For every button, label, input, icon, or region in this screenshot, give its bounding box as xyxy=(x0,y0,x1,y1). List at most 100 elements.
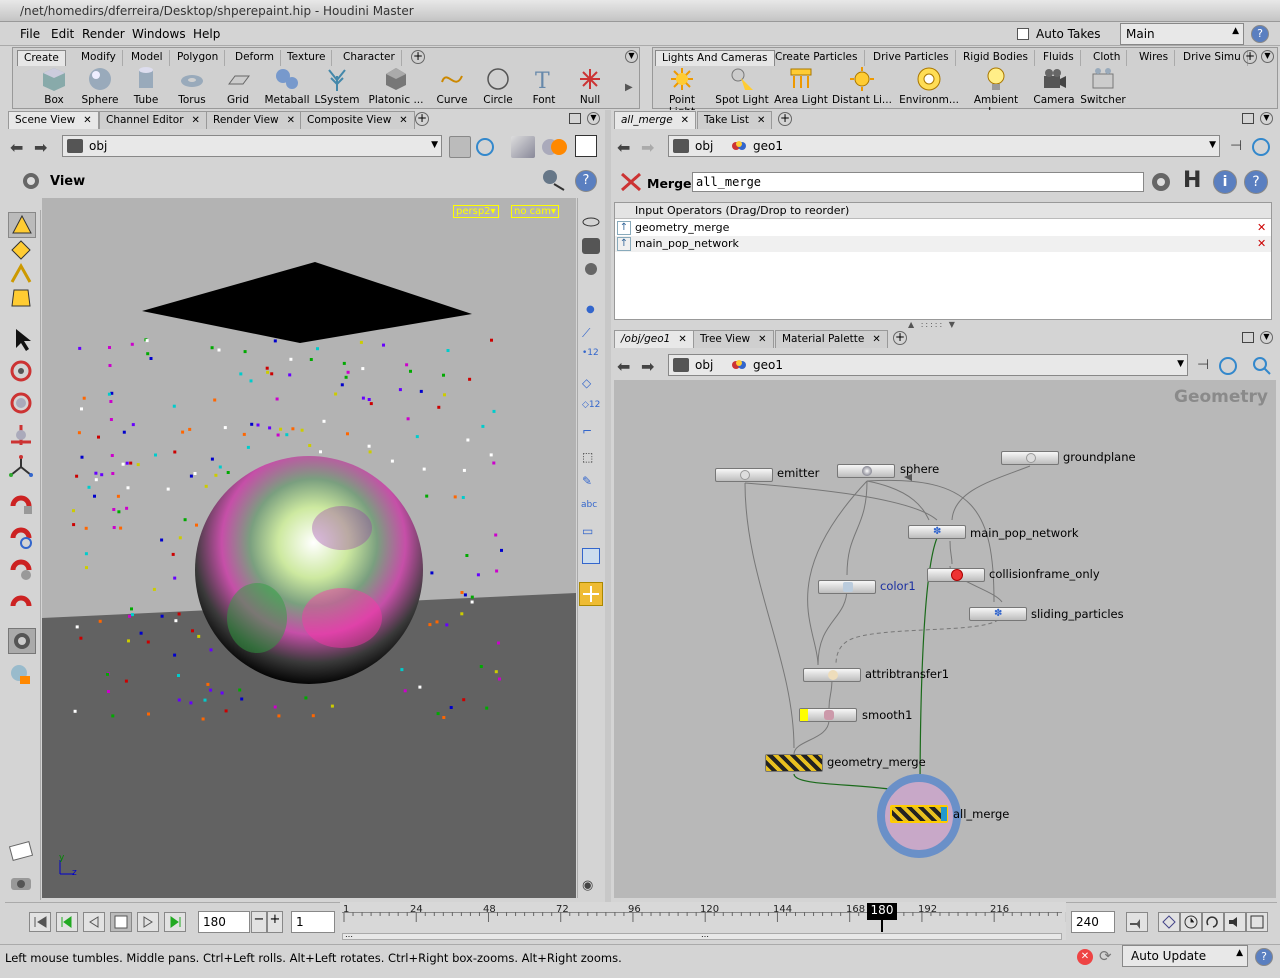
path-segment-geo1[interactable]: geo1 xyxy=(753,139,783,153)
add-shelf-icon[interactable]: + xyxy=(411,50,425,64)
notes-icon[interactable] xyxy=(8,838,36,864)
network-editor-canvas[interactable]: Geometry emitter sphere groundplane ✽ ma… xyxy=(614,380,1276,898)
menu-edit[interactable]: Edit xyxy=(51,27,74,41)
shelf-tab-fluids[interactable]: Fluids xyxy=(1037,50,1081,66)
list-item[interactable]: ↑ geometry_merge ✕ xyxy=(615,220,1271,236)
shelf-tab-create[interactable]: Create xyxy=(17,50,66,66)
shelf-tab-modify[interactable]: Modify xyxy=(75,50,123,66)
uv-display-icon[interactable]: ⌐ xyxy=(582,424,592,438)
viewport-3d[interactable]: persp2▾ no cam▾ y z xyxy=(42,198,576,898)
pane-resize-handle[interactable]: ▲ ::::: ▼ xyxy=(908,320,957,329)
menu-file[interactable]: File xyxy=(20,27,40,41)
eye-icon[interactable] xyxy=(582,214,600,230)
node-label[interactable]: color1 xyxy=(880,579,916,593)
global-animation-options-icon[interactable] xyxy=(1246,912,1268,932)
shelf-tab-rigid-bodies[interactable]: Rigid Bodies xyxy=(957,50,1035,66)
tab-take-list[interactable]: Take List ✕ xyxy=(697,111,773,129)
rotate-tool-icon[interactable] xyxy=(8,390,36,416)
link-icon[interactable] xyxy=(476,138,494,156)
node-all-merge[interactable] xyxy=(890,805,948,823)
tool-distant-light[interactable]: Distant Li... xyxy=(832,66,892,106)
tab-channel-editor[interactable]: Channel Editor ✕ xyxy=(99,111,207,129)
node-label[interactable]: groundplane xyxy=(1063,450,1136,464)
display-cube-icon[interactable] xyxy=(511,136,535,158)
annotation-icon[interactable]: ▭ xyxy=(582,524,593,538)
node-label[interactable]: attribtransfer1 xyxy=(865,667,949,681)
shelf-tab-lights[interactable]: Lights And Cameras xyxy=(655,50,775,66)
params-path-field[interactable]: obj geo1 ▼ xyxy=(668,135,1220,157)
magnet-scale-icon[interactable] xyxy=(8,556,36,582)
tool-area-light[interactable]: Area Light xyxy=(773,66,829,106)
node-emitter[interactable] xyxy=(715,468,773,482)
tool-circle[interactable]: Circle xyxy=(473,66,523,106)
tab-scene-view[interactable]: Scene View ✕ xyxy=(8,111,99,129)
node-label[interactable]: collisionframe_only xyxy=(989,567,1100,581)
pin-toggle-icon[interactable] xyxy=(449,136,471,158)
point-mode-icon[interactable] xyxy=(8,238,36,264)
node-sliding-particles[interactable]: ✽ xyxy=(969,607,1027,621)
node-label[interactable]: main_pop_network xyxy=(970,526,1079,540)
tool-font[interactable]: T Font xyxy=(519,66,569,106)
clock-icon[interactable] xyxy=(1180,912,1202,932)
tab-tree-view[interactable]: Tree View ✕ xyxy=(693,330,774,348)
tool-sphere[interactable]: Sphere xyxy=(75,66,125,106)
shelf-scroll-right-icon[interactable]: ▶ xyxy=(625,82,633,93)
view-mode-icon[interactable] xyxy=(8,628,36,654)
hda-icon[interactable]: H xyxy=(1183,168,1201,193)
back-arrow-icon[interactable]: ⬅ xyxy=(10,138,23,157)
shelf-tab-polygon[interactable]: Polygon xyxy=(171,50,226,66)
shelf-menu-icon[interactable]: ▼ xyxy=(1261,50,1274,63)
background-image-icon[interactable] xyxy=(582,548,600,564)
node-groundplane[interactable] xyxy=(1001,451,1059,465)
primitive-mode-icon[interactable] xyxy=(8,286,36,312)
scale-tool-icon[interactable] xyxy=(8,422,36,448)
background-color-icon[interactable] xyxy=(575,135,597,157)
network-path-field[interactable]: obj geo1 ▼ xyxy=(668,354,1188,376)
step-forward-icon[interactable] xyxy=(164,912,186,932)
render-region-icon[interactable] xyxy=(8,662,36,688)
tool-curve[interactable]: Curve xyxy=(427,66,477,106)
pane-menu-icon[interactable]: ▼ xyxy=(587,112,600,125)
tool-tube[interactable]: Tube xyxy=(121,66,171,106)
tab-all-merge[interactable]: all_merge ✕ xyxy=(614,111,697,129)
current-frame-field[interactable] xyxy=(198,911,250,933)
node-label[interactable]: emitter xyxy=(777,466,819,480)
node-label[interactable]: sliding_particles xyxy=(1031,607,1124,621)
tool-torus[interactable]: Torus xyxy=(167,66,217,106)
node-label[interactable]: smooth1 xyxy=(862,708,912,722)
tool-switcher[interactable]: Switcher xyxy=(1078,66,1128,106)
stop-icon[interactable] xyxy=(110,912,132,932)
play-icon[interactable] xyxy=(137,912,159,932)
refresh-icon[interactable]: ⟳ xyxy=(1099,947,1112,965)
forward-arrow-icon[interactable]: ➡ xyxy=(641,357,654,376)
shelf-menu-icon[interactable]: ▼ xyxy=(625,50,638,63)
take-select[interactable]: Main ▲ xyxy=(1120,23,1244,45)
prim-number-icon[interactable]: ◇12 xyxy=(582,400,600,410)
timeline-current-frame-marker[interactable]: 180 xyxy=(867,903,897,920)
tool-platonic[interactable]: Platonic ... xyxy=(364,66,428,106)
timeline-scrollbar[interactable]: …… xyxy=(342,930,1062,940)
node-collisionframe-only[interactable] xyxy=(927,568,985,582)
light-bulb-icon[interactable] xyxy=(582,262,600,278)
go-to-start-icon[interactable] xyxy=(29,912,51,932)
layout-grid-icon[interactable] xyxy=(579,582,603,606)
pin-icon[interactable]: ⊣ xyxy=(1197,357,1209,373)
shelf-tab-texture[interactable]: Texture xyxy=(281,50,333,66)
node-attribtransfer1[interactable] xyxy=(803,668,861,682)
back-arrow-icon[interactable]: ⬅ xyxy=(617,138,630,157)
audio-icon[interactable] xyxy=(1126,912,1148,932)
tool-camera[interactable]: Camera xyxy=(1029,66,1079,106)
text-display-icon[interactable]: abc xyxy=(581,500,597,510)
back-arrow-icon[interactable]: ⬅ xyxy=(617,357,630,376)
tool-metaball[interactable]: Metaball xyxy=(262,66,312,106)
list-item[interactable]: ↑ main_pop_network ✕ xyxy=(615,236,1271,252)
node-label[interactable]: all_merge xyxy=(953,807,1009,821)
delete-x-icon[interactable]: ✕ xyxy=(1257,221,1266,234)
magnify-icon[interactable] xyxy=(1252,356,1272,376)
tab-material-palette[interactable]: Material Palette ✕ xyxy=(775,330,888,348)
node-geometry-merge[interactable] xyxy=(765,754,823,772)
loop-icon[interactable] xyxy=(1202,912,1224,932)
magnet-icon[interactable] xyxy=(8,590,36,616)
select-arrow-icon[interactable] xyxy=(8,326,36,352)
arrow-up-icon[interactable]: ↑ xyxy=(617,237,631,251)
